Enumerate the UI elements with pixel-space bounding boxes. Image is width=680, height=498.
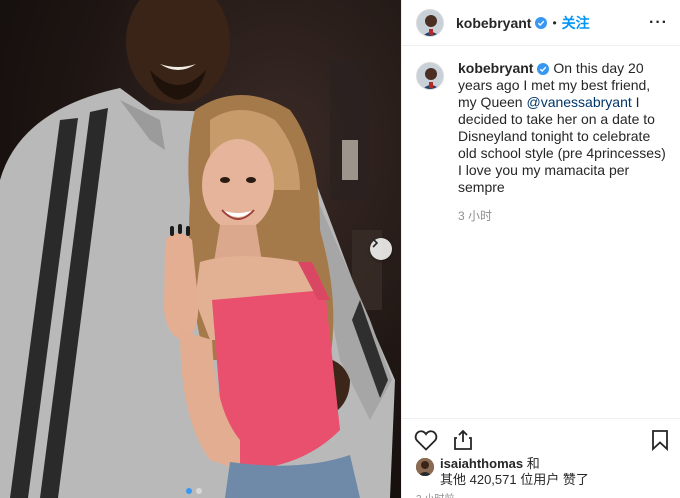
action-bar [402,418,680,451]
post-details-panel: kobebryant • 关注 ··· kobebryant On this d… [401,0,680,498]
next-photo-button[interactable] [370,238,392,260]
author-avatar[interactable] [416,8,444,37]
avatar-image [417,9,443,36]
likes-text: isaiahthomas 和 其他 420,571 位用户 赞了 [440,456,589,488]
separator-dot: • [552,15,557,30]
carousel-dot [196,488,202,494]
likes-and: 和 [523,456,540,471]
save-button[interactable] [651,429,669,451]
caption-timestamp: 3 小时 [458,209,493,223]
likes-summary: isaiahthomas 和 其他 420,571 位用户 赞了 [416,456,589,488]
more-options-button[interactable]: ··· [649,14,668,32]
carousel-dot-active [186,488,192,494]
chevron-right-icon [372,238,379,248]
mention-link[interactable]: @vanessabryant [526,94,631,110]
caption-username[interactable]: kobebryant [458,60,533,76]
post-photo[interactable] [0,0,401,498]
post-time: 3 小时前 [416,490,454,498]
couple-photo-illustration [0,0,395,498]
share-button[interactable] [452,429,474,451]
liker-username[interactable]: isaiahthomas [440,456,523,471]
follow-button[interactable]: 关注 [562,13,590,33]
likes-count[interactable]: 其他 420,571 位用户 赞了 [440,472,589,488]
post-caption: kobebryant On this day 20 years ago I me… [402,46,680,225]
post-header: kobebryant • 关注 ··· [402,0,680,46]
caption-text-block: kobebryant On this day 20 years ago I me… [458,60,666,225]
verified-badge-icon [535,16,548,29]
avatar-image [416,458,434,476]
liker-avatar[interactable] [416,458,434,476]
like-button[interactable] [414,429,438,451]
carousel-indicator [186,488,202,494]
heart-icon [414,430,438,451]
verified-badge-icon [537,63,550,75]
author-username[interactable]: kobebryant [456,15,531,31]
share-icon [454,429,472,450]
bookmark-icon [652,430,668,451]
caption-author-avatar[interactable] [416,62,444,90]
avatar-image [417,63,443,89]
